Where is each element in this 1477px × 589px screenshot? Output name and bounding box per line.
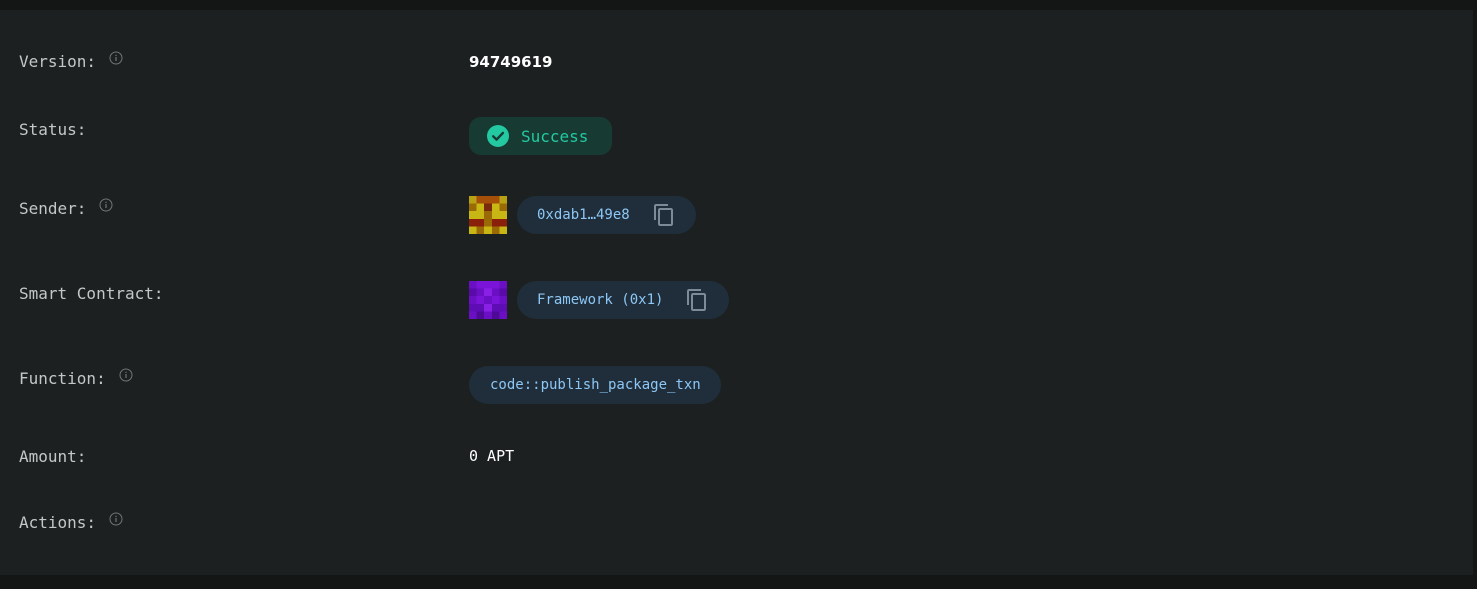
function-info-icon[interactable] bbox=[119, 368, 133, 382]
version-value: 94749619 bbox=[469, 53, 553, 71]
actions-info-icon[interactable] bbox=[109, 512, 123, 526]
function-text[interactable]: code::publish_package_txn bbox=[490, 377, 701, 393]
function-chip[interactable]: code::publish_package_txn bbox=[469, 366, 721, 404]
sender-avatar bbox=[469, 196, 507, 234]
contract-chip[interactable]: Framework (0x1) bbox=[517, 281, 730, 319]
status-text: Success bbox=[521, 126, 589, 146]
status-label: Status: bbox=[19, 120, 87, 139]
copy-icon[interactable] bbox=[652, 203, 676, 227]
version-label-wrap: Version: bbox=[19, 51, 123, 72]
sender-label-wrap: Sender: bbox=[19, 198, 113, 219]
check-circle-icon bbox=[487, 125, 509, 147]
contract-text[interactable]: Framework (0x1) bbox=[537, 292, 663, 308]
copy-icon[interactable] bbox=[685, 288, 709, 312]
function-label-wrap: Function: bbox=[19, 368, 133, 389]
contract-avatar bbox=[469, 281, 507, 319]
status-label-wrap: Status: bbox=[19, 120, 86, 140]
amount-value: 0 APT bbox=[469, 447, 515, 465]
sender-label: Sender: bbox=[19, 199, 87, 218]
transaction-overview-panel: Version: 94749619 Status: Success Sender… bbox=[0, 10, 1473, 575]
actions-label: Actions: bbox=[19, 513, 97, 532]
amount-label: Amount: bbox=[19, 447, 87, 466]
sender-value-wrap: 0xdab1…49e8 bbox=[469, 196, 729, 234]
sender-address-chip[interactable]: 0xdab1…49e8 bbox=[517, 196, 696, 234]
smart-contract-label: Smart Contract: bbox=[19, 284, 164, 303]
version-info-icon[interactable] bbox=[109, 51, 123, 65]
version-label: Version: bbox=[19, 52, 97, 71]
function-label: Function: bbox=[19, 369, 106, 388]
amount-label-wrap: Amount: bbox=[19, 447, 86, 467]
status-badge: Success bbox=[469, 117, 612, 155]
sender-info-icon[interactable] bbox=[99, 198, 113, 212]
smart-contract-label-wrap: Smart Contract: bbox=[19, 284, 164, 304]
smart-contract-value-wrap: Framework (0x1) bbox=[469, 281, 769, 319]
sender-address-text[interactable]: 0xdab1…49e8 bbox=[537, 207, 630, 223]
actions-label-wrap: Actions: bbox=[19, 512, 123, 533]
